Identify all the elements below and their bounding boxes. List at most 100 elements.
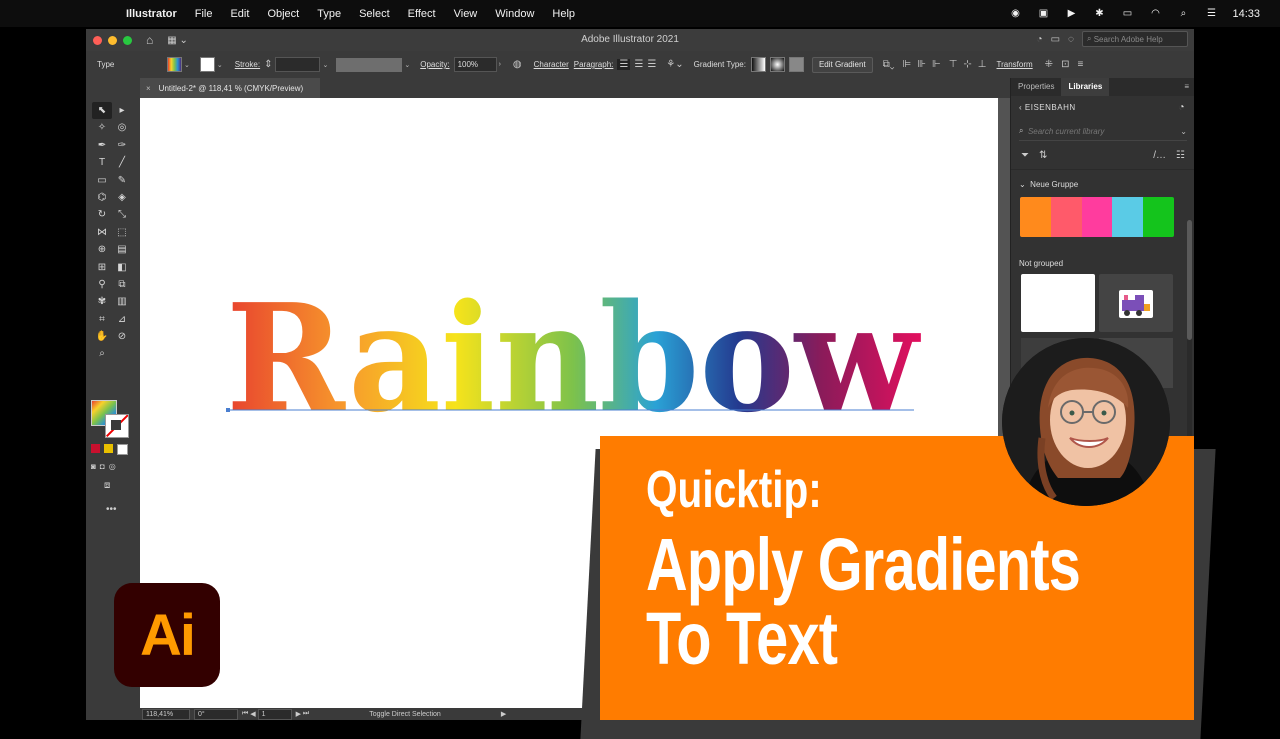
type-tool-icon[interactable]: T (92, 154, 112, 171)
opacity-label[interactable]: Opacity: (420, 60, 449, 69)
prev-artboard-icon[interactable]: ◀ (250, 710, 257, 718)
spotlight-search-icon[interactable]: ⌕ (1176, 8, 1190, 20)
creative-cloud-icon[interactable]: ◉ (1008, 8, 1022, 20)
chevron-down-icon[interactable]: ⌄ (184, 61, 190, 69)
text-anchor-point[interactable] (226, 408, 230, 412)
paragraph-panel-link[interactable]: Paragraph: (574, 60, 614, 69)
shape-builder-tool-icon[interactable]: ⊕ (92, 241, 112, 258)
lightbulb-icon[interactable]: ◌ (1068, 34, 1074, 45)
draw-inside-icon[interactable]: ◎ (109, 462, 116, 471)
stroke-stepper-icon[interactable]: ⇕ (264, 59, 272, 70)
symbol-sprayer-tool-icon[interactable]: ✾ (92, 293, 112, 310)
stroke-label[interactable]: Stroke: (235, 60, 260, 69)
color-theme-swatches[interactable] (1020, 197, 1174, 237)
align-to-icon[interactable]: ⧉⌄ (883, 59, 895, 70)
help-search-input[interactable]: ⌕ Search Adobe Help (1082, 31, 1188, 47)
stroke-swatch[interactable] (199, 57, 215, 72)
linear-gradient-icon[interactable] (750, 57, 766, 72)
perspective-grid-tool-icon[interactable]: ▤ (112, 241, 132, 258)
edit-icon[interactable]: /… (1153, 150, 1166, 161)
play-icon[interactable]: ▶ (1064, 8, 1078, 20)
color-mode-icon[interactable] (91, 444, 100, 453)
home-icon[interactable]: ⌂ (146, 33, 153, 47)
panel-menu-icon[interactable]: ≡ (1077, 59, 1083, 70)
last-artboard-icon[interactable]: ⏭ (303, 710, 309, 718)
character-panel-link[interactable]: Character (534, 60, 569, 69)
list-view-icon[interactable]: ☷ (1176, 150, 1185, 161)
bluetooth-icon[interactable]: ✱ (1092, 8, 1106, 20)
status-menu-icon[interactable]: ▶ (501, 710, 506, 718)
add-collaborator-icon[interactable]: ◔ (1178, 102, 1185, 113)
hand-tool-icon[interactable]: ✋ (92, 328, 112, 345)
wifi-icon[interactable]: ◠ (1148, 8, 1162, 20)
chevron-down-icon[interactable]: ⌄ (217, 61, 223, 69)
recolor-artwork-icon[interactable]: ◍ (513, 59, 522, 70)
menu-type[interactable]: Type (317, 8, 341, 20)
menu-select[interactable]: Select (359, 8, 390, 20)
filter-icon[interactable]: ⏷ (1021, 150, 1029, 161)
selection-options-icon[interactable]: ⊡ (1061, 59, 1069, 70)
horizontal-align-left-icon[interactable]: ⊫ (903, 59, 912, 70)
menu-edit[interactable]: Edit (230, 8, 249, 20)
eyedropper-tool-icon[interactable]: ⚲ (92, 276, 112, 293)
edit-toolbar-icon[interactable]: ••• (106, 504, 117, 515)
artboard-number-field[interactable]: 1 (257, 708, 292, 720)
shaper-tool-icon[interactable]: ⌬ (92, 189, 112, 206)
none-mode-icon[interactable] (117, 444, 128, 455)
chevron-down-icon[interactable]: ⌄ (1180, 127, 1187, 136)
width-tool-icon[interactable]: ⋈ (92, 224, 112, 241)
menu-effect[interactable]: Effect (408, 8, 436, 20)
zoom-window-button[interactable] (123, 35, 132, 45)
draw-normal-icon[interactable]: ◙ (91, 462, 96, 471)
arrange-documents-icon[interactable]: ▭ (1051, 34, 1060, 45)
rotate-tool-icon[interactable]: ↻ (92, 206, 112, 223)
zoom-tool-icon[interactable]: ⌕ (92, 345, 112, 362)
gradient-tool-icon[interactable]: ◧ (112, 259, 132, 276)
selection-tool-icon[interactable]: ⬉ (92, 102, 112, 120)
vertical-align-center-icon[interactable]: ⊹ (963, 59, 971, 70)
pen-tool-icon[interactable]: ✒ (92, 137, 112, 154)
rectangle-tool-icon[interactable]: ▭ (92, 172, 112, 189)
radial-gradient-icon[interactable] (769, 57, 785, 72)
vertical-align-top-icon[interactable]: ⊤ (949, 59, 958, 70)
rotation-field[interactable]: 0° (194, 708, 238, 720)
opacity-field[interactable]: 100% (453, 57, 497, 72)
document-tab[interactable]: × Untitled-2* @ 118,41 % (CMYK/Preview) (140, 78, 320, 98)
align-left-icon[interactable]: ☰ (617, 59, 631, 70)
panel-menu-icon[interactable]: ≡ (1184, 78, 1189, 96)
menu-view[interactable]: View (454, 8, 478, 20)
library-name[interactable]: EISENBAHN (1025, 103, 1076, 112)
isolate-icon[interactable]: ⁜ (1045, 59, 1053, 70)
next-artboard-icon[interactable]: ▶ (296, 710, 303, 718)
swatch-orange[interactable] (1020, 197, 1051, 237)
library-asset-graphic[interactable] (1021, 274, 1095, 332)
vertical-align-bottom-icon[interactable]: ⊥ (978, 59, 987, 70)
screen-mode-icon[interactable]: ⧈ (104, 480, 110, 491)
draw-behind-icon[interactable]: ◘ (100, 462, 105, 471)
group-header[interactable]: ⌄ Neue Gruppe (1011, 170, 1194, 193)
close-window-button[interactable] (93, 35, 102, 45)
column-graph-tool-icon[interactable]: ▥ (112, 293, 132, 310)
control-center-icon[interactable]: ☰ (1204, 8, 1218, 20)
menu-file[interactable]: File (195, 8, 213, 20)
horizontal-align-center-icon[interactable]: ⊪ (917, 59, 926, 70)
chevron-right-icon[interactable]: › (499, 61, 501, 68)
align-center-icon[interactable]: ☰ (634, 59, 643, 70)
align-right-icon[interactable]: ☰ (647, 59, 656, 70)
chevron-down-icon[interactable]: ⌄ (1019, 180, 1028, 189)
brush-definition-dropdown[interactable] (336, 57, 403, 72)
library-asset-train[interactable] (1099, 274, 1173, 332)
direct-selection-tool-icon[interactable]: ▸ (112, 102, 132, 119)
zoom-field[interactable]: 118,41% (142, 708, 190, 720)
blend-tool-icon[interactable]: ⧉ (112, 276, 132, 293)
chevron-down-icon[interactable]: ⌄ (404, 61, 410, 69)
minimize-window-button[interactable] (108, 35, 117, 45)
stroke-color-swatch[interactable] (105, 414, 129, 438)
transform-panel-link[interactable]: Transform (997, 60, 1033, 69)
menu-illustrator[interactable]: Illustrator (126, 8, 177, 20)
menu-window[interactable]: Window (495, 8, 534, 20)
rainbow-text[interactable]: Rainbow (226, 271, 921, 445)
edit-gradient-button[interactable]: Edit Gradient (811, 56, 873, 73)
fill-swatch[interactable] (167, 57, 182, 72)
sort-icon[interactable]: ⇅ (1039, 150, 1047, 161)
